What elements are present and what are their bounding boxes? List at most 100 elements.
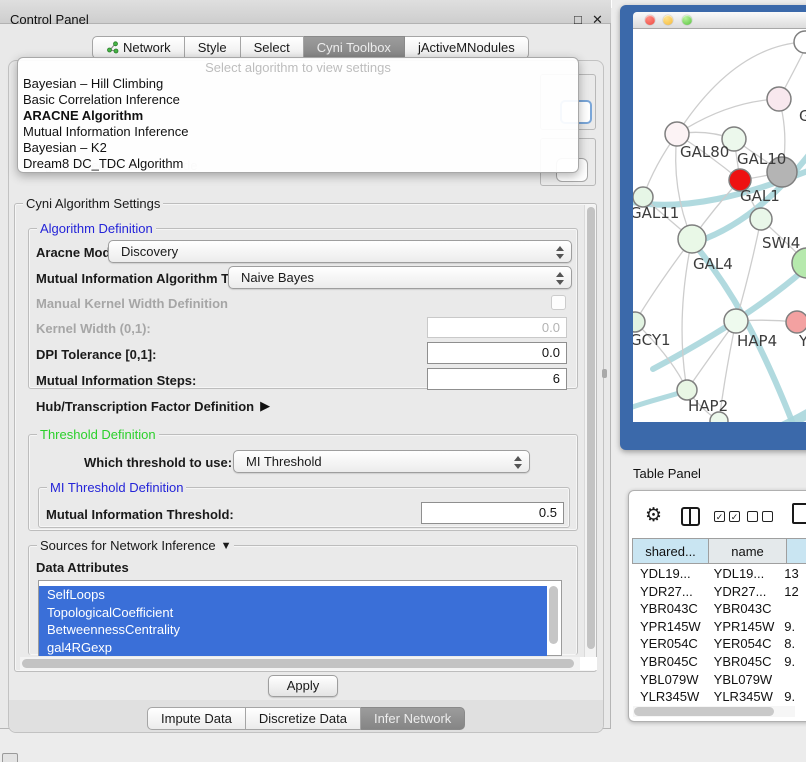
minimize-traffic-light[interactable] — [663, 15, 673, 25]
checkbox-checked-icon[interactable]: ✓ — [714, 511, 725, 522]
dropdown-item[interactable]: Bayesian – K2 — [18, 140, 578, 156]
mi-steps-label: Mutual Information Steps: — [36, 373, 196, 388]
dpi-tolerance-label: DPI Tolerance [0,1]: — [36, 347, 156, 362]
column-header-shared[interactable]: shared... — [632, 538, 709, 564]
list-item[interactable]: gal4RGexp — [39, 639, 547, 657]
network-canvas[interactable]: GAL GAL80 GAL10 GAL1 GAL11 GAL4 SWI4 GCY… — [633, 29, 806, 422]
cell: YBR043C — [632, 600, 706, 618]
mi-type-value: Naive Bayes — [241, 270, 314, 285]
combo-arrows-icon — [514, 454, 522, 470]
tab-infer-network[interactable]: Infer Network — [361, 707, 465, 730]
gear-icon[interactable]: ⚙ — [645, 506, 662, 525]
dropdown-item-selected[interactable]: ARACNE Algorithm — [18, 108, 578, 124]
node-label: GCY1 — [633, 331, 671, 349]
column-header-name[interactable]: name — [709, 538, 787, 564]
apply-button[interactable]: Apply — [268, 675, 338, 697]
hub-definition-toggle[interactable]: Hub/Transcription Factor Definition ▶ — [36, 398, 270, 414]
list-item[interactable]: SelfLoops — [39, 586, 547, 604]
control-panel-titlebar — [0, 0, 611, 24]
minimized-panel-icon[interactable] — [2, 753, 18, 762]
checkbox-checked-icon[interactable]: ✓ — [729, 511, 740, 522]
float-window-icon[interactable]: □ — [574, 13, 582, 27]
sources-group-title-row[interactable]: Sources for Network Inference ▼ — [37, 538, 234, 553]
checkbox-unchecked-icon[interactable] — [747, 511, 758, 522]
which-threshold-combo[interactable]: MI Threshold — [233, 450, 530, 473]
table-row[interactable]: YPR145WYPR145W9. — [632, 618, 806, 636]
split-columns-icon[interactable] — [681, 507, 700, 526]
node-gcy1[interactable] — [633, 312, 645, 332]
settings-vertical-scrollbar[interactable] — [584, 205, 596, 669]
checkbox-unchecked-icon[interactable] — [762, 511, 773, 522]
dropdown-item[interactable]: Mutual Information Inference — [18, 124, 578, 140]
node-hap4[interactable] — [724, 309, 748, 333]
app-root: Control Panel □ ✕ Network Style Select C… — [0, 0, 806, 762]
cell: YER054C — [706, 635, 781, 653]
table-panel-title: Table Panel — [633, 466, 701, 481]
list-item[interactable]: BetweennessCentrality — [39, 621, 547, 639]
scrollbar-corner — [580, 657, 597, 670]
manual-kernel-checkbox[interactable] — [551, 295, 566, 310]
table-row[interactable]: YBR043CYBR043C — [632, 600, 806, 618]
cell: 8. — [780, 635, 806, 653]
table-row[interactable]: YBR045CYBR045C9. — [632, 653, 806, 671]
table-row[interactable]: YDL19...YDL19...13 — [632, 565, 806, 583]
settings-vertical-scrollbar-thumb[interactable] — [587, 207, 595, 649]
dpi-tolerance-field[interactable]: 0.0 — [427, 342, 567, 364]
dropdown-item[interactable]: Bayesian – Hill Climbing — [18, 76, 578, 92]
table-horizontal-scrollbar-thumb[interactable] — [634, 707, 774, 716]
tab-select[interactable]: Select — [241, 36, 304, 59]
node[interactable] — [767, 87, 791, 111]
tab-network[interactable]: Network — [92, 36, 185, 59]
attributes-list-scrollbar-thumb[interactable] — [549, 586, 558, 644]
column-header-partial[interactable] — [787, 538, 806, 564]
cell: 13 — [780, 565, 806, 583]
document-icon[interactable] — [792, 503, 806, 524]
zoom-traffic-light[interactable] — [682, 15, 692, 25]
control-panel-title: Control Panel — [10, 12, 89, 27]
tab-cyni-toolbox-label: Cyni Toolbox — [317, 37, 391, 58]
attributes-list-scrollbar[interactable] — [548, 582, 560, 654]
manual-kernel-label: Manual Kernel Width Definition — [36, 296, 228, 311]
mi-threshold-field[interactable]: 0.5 — [421, 502, 564, 524]
tab-jactivemnodules[interactable]: jActiveMNodules — [405, 36, 529, 59]
attributes-list[interactable]: SelfLoops TopologicalCoefficient Between… — [38, 580, 562, 656]
sources-group-title: Sources for Network Inference — [40, 538, 216, 553]
table-row[interactable]: YDR27...YDR27...12 — [632, 583, 806, 601]
tab-impute-data-label: Impute Data — [161, 708, 232, 729]
settings-horizontal-scrollbar-thumb[interactable] — [22, 659, 574, 668]
table-row[interactable]: YER054CYER054C8. — [632, 635, 806, 653]
mi-threshold-label: Mutual Information Threshold: — [46, 507, 234, 522]
node-label: GAL10 — [737, 150, 786, 168]
tab-discretize-data[interactable]: Discretize Data — [246, 707, 361, 730]
cell: YPR145W — [706, 618, 781, 636]
panel-splitter-handle[interactable] — [602, 369, 607, 378]
node[interactable] — [794, 31, 806, 53]
bottom-tabbar: Impute Data Discretize Data Infer Networ… — [147, 707, 465, 730]
mi-steps-field[interactable]: 6 — [427, 368, 567, 390]
table-row[interactable]: YBL079WYBL079W — [632, 671, 806, 689]
network-window-titlebar[interactable] — [633, 12, 806, 29]
cell: 9. — [780, 653, 806, 671]
node[interactable] — [786, 311, 806, 333]
dropdown-item[interactable]: Dream8 DC_TDC Algorithm — [18, 156, 578, 172]
node-label: GAL80 — [680, 143, 729, 161]
list-item[interactable]: TopologicalCoefficient — [39, 604, 547, 622]
close-traffic-light[interactable] — [645, 15, 655, 25]
tab-cyni-toolbox[interactable]: Cyni Toolbox — [304, 36, 405, 59]
settings-horizontal-scrollbar[interactable] — [20, 657, 580, 670]
table-horizontal-scrollbar[interactable] — [633, 706, 795, 717]
aracne-mode-combo[interactable]: Discovery — [108, 240, 572, 263]
kernel-width-field[interactable]: 0.0 — [427, 317, 567, 338]
tab-style[interactable]: Style — [185, 36, 241, 59]
node[interactable] — [750, 208, 772, 230]
close-icon[interactable]: ✕ — [592, 13, 603, 27]
dropdown-item[interactable]: Basic Correlation Inference — [18, 92, 578, 108]
node-swi4[interactable] — [792, 248, 806, 278]
mi-type-combo[interactable]: Naive Bayes — [228, 266, 572, 289]
cell: YDR27... — [706, 583, 781, 601]
tab-impute-data[interactable]: Impute Data — [147, 707, 246, 730]
table-row[interactable]: YLR345WYLR345W9. — [632, 688, 806, 705]
edge — [635, 239, 692, 322]
node-gal4[interactable] — [678, 225, 706, 253]
control-panel-tabbar: Network Style Select Cyni Toolbox jActiv… — [92, 36, 529, 59]
